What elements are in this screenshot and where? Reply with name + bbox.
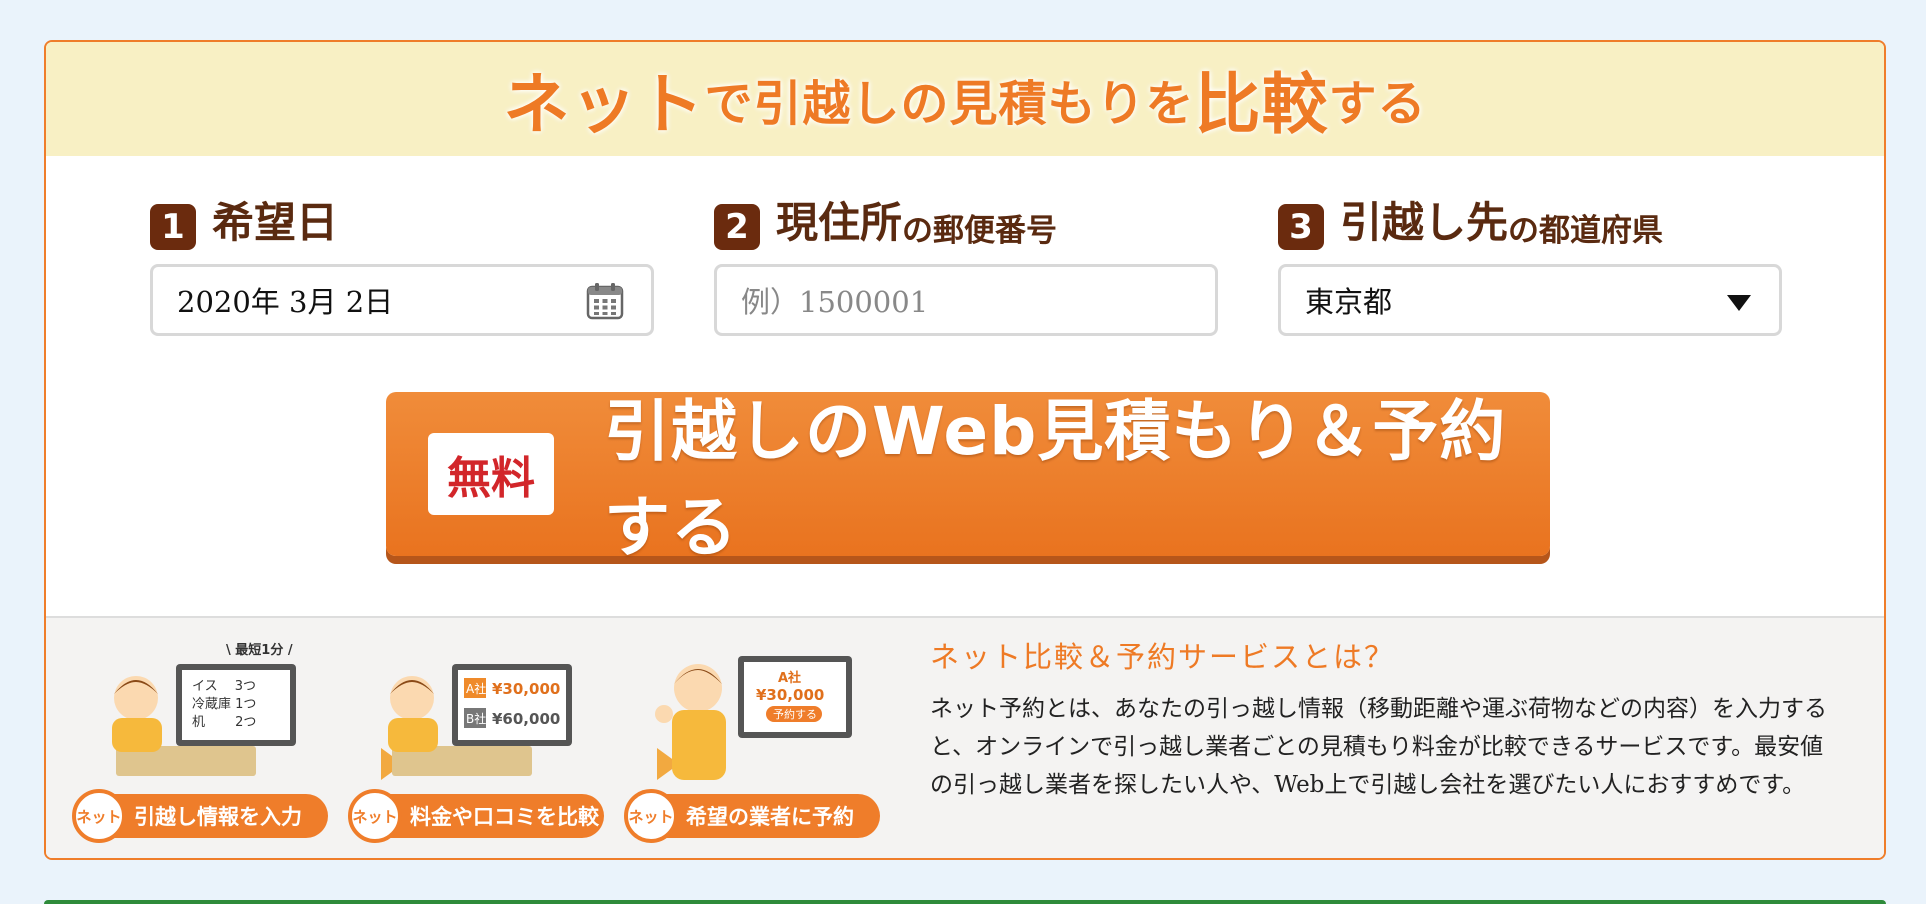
estimate-panel: ネット で 引越しの見積もりを 比較 する 1 希望日 2020年 3月 2日 [44,40,1886,860]
postal-label-sub: の郵便番号 [902,213,1058,249]
prefecture-label-main: 引越し先 [1340,198,1509,247]
step-label-3: 希望の業者に予約 [686,805,854,829]
service-description: ネット比較＆予約サービスとは？ ネット予約とは、あなたの引っ越し情報（移動距離や… [930,634,1884,804]
free-badge: 無料 [428,433,554,515]
next-section-edge [44,900,1886,904]
person-reserve-illustration-icon: A社 ¥30,000 予約する [655,656,852,780]
title-de: で [704,76,754,132]
steps-illustration: \ 最短1分 / イス 3つ 冷蔵庫 1つ 机 2つ ネット 引越し情報を入力 [72,636,946,856]
step-pill-2: ネット 料金や口コミを比較 [348,789,604,843]
form-fields: 1 希望日 2020年 3月 2日 2 現住所 の郵便番号 例）1500001 … [150,198,1782,380]
calendar-icon[interactable] [585,281,625,321]
service-body: ネット予約とは、あなたの引っ越し情報（移動距離や運ぶ荷物などの内容）を入力すると… [930,696,1827,798]
svg-text:¥30,000: ¥30,000 [756,686,824,704]
cta-label: 引越しのWeb見積もり＆予約する [603,393,1507,566]
step-reserve: A社 ¥30,000 予約する ネット 希望の業者に予約 [624,636,880,856]
step-compare: A社 ¥30,000 B社 ¥60,000 ネット 料金や口コミを比較 [348,636,604,856]
net-badge-1: ネット [72,789,126,843]
page-title: ネット で 引越しの見積もりを 比較 する [46,42,1884,156]
step-enter-info: \ 最短1分 / イス 3つ 冷蔵庫 1つ 机 2つ ネット 引越し情報を入力 [72,636,328,856]
svg-text:机 2つ: 机 2つ [192,715,256,730]
date-label: 1 希望日 [150,198,654,250]
chevron-down-icon [1727,295,1751,311]
prefecture-field-group: 3 引越し先 の都道府県 東京都 [1278,198,1782,336]
net-badge-2: ネット [348,789,402,843]
svg-text:¥30,000: ¥30,000 [492,680,560,698]
step-number-2: 2 [714,204,760,250]
service-info-section: \ 最短1分 / イス 3つ 冷蔵庫 1つ 机 2つ ネット 引越し情報を入力 [46,616,1884,858]
prefecture-select[interactable]: 東京都 [1278,264,1782,336]
title-compare: 比較 [1194,66,1329,143]
prefecture-label-sub: の都道府県 [1508,213,1664,249]
postal-label-main: 現住所 [776,198,903,247]
svg-text:A社: A社 [778,670,801,686]
svg-text:B社: B社 [466,711,486,726]
service-title: ネット比較＆予約サービスとは？ [930,640,1396,674]
svg-text:冷蔵庫 1つ: 冷蔵庫 1つ [192,697,256,712]
web-estimate-button[interactable]: 無料 引越しのWeb見積もり＆予約する [386,392,1550,566]
step-number-3: 3 [1278,204,1324,250]
prefecture-label: 3 引越し先 の都道府県 [1278,198,1782,250]
step-label-2: 料金や口コミを比較 [410,805,599,829]
svg-text:¥60,000: ¥60,000 [492,710,560,728]
svg-text:A社: A社 [466,681,486,696]
title-net: ネット [503,66,705,143]
prefecture-value: 東京都 [1305,285,1393,319]
date-field-group: 1 希望日 2020年 3月 2日 [150,198,654,336]
person-pc-illustration-icon: \ 最短1分 / イス 3つ 冷蔵庫 1つ 机 2つ [112,642,296,776]
person-compare-illustration-icon: A社 ¥30,000 B社 ¥60,000 [388,664,572,776]
date-label-text: 希望日 [212,198,339,247]
postal-label: 2 現住所 の郵便番号 [714,198,1218,250]
step-label-1: 引越し情報を入力 [134,805,302,829]
postal-placeholder: 例）1500001 [741,285,929,319]
postal-field-group: 2 現住所 の郵便番号 例）1500001 [714,198,1218,336]
step-pill-1: ネット 引越し情報を入力 [72,789,328,843]
svg-text:\ 最短1分 /: \ 最短1分 / [226,642,293,658]
title-suru: する [1328,76,1427,132]
title-main: 引越しの見積もりを [753,76,1195,132]
net-badge-3: ネット [624,789,678,843]
svg-text:予約する: 予約する [773,707,817,721]
step-number-1: 1 [150,204,196,250]
svg-text:イス 3つ: イス 3つ [192,679,256,694]
date-input[interactable]: 2020年 3月 2日 [150,264,654,336]
date-value: 2020年 3月 2日 [177,285,394,319]
step-pill-3: ネット 希望の業者に予約 [624,789,880,843]
postal-code-input[interactable]: 例）1500001 [714,264,1218,336]
